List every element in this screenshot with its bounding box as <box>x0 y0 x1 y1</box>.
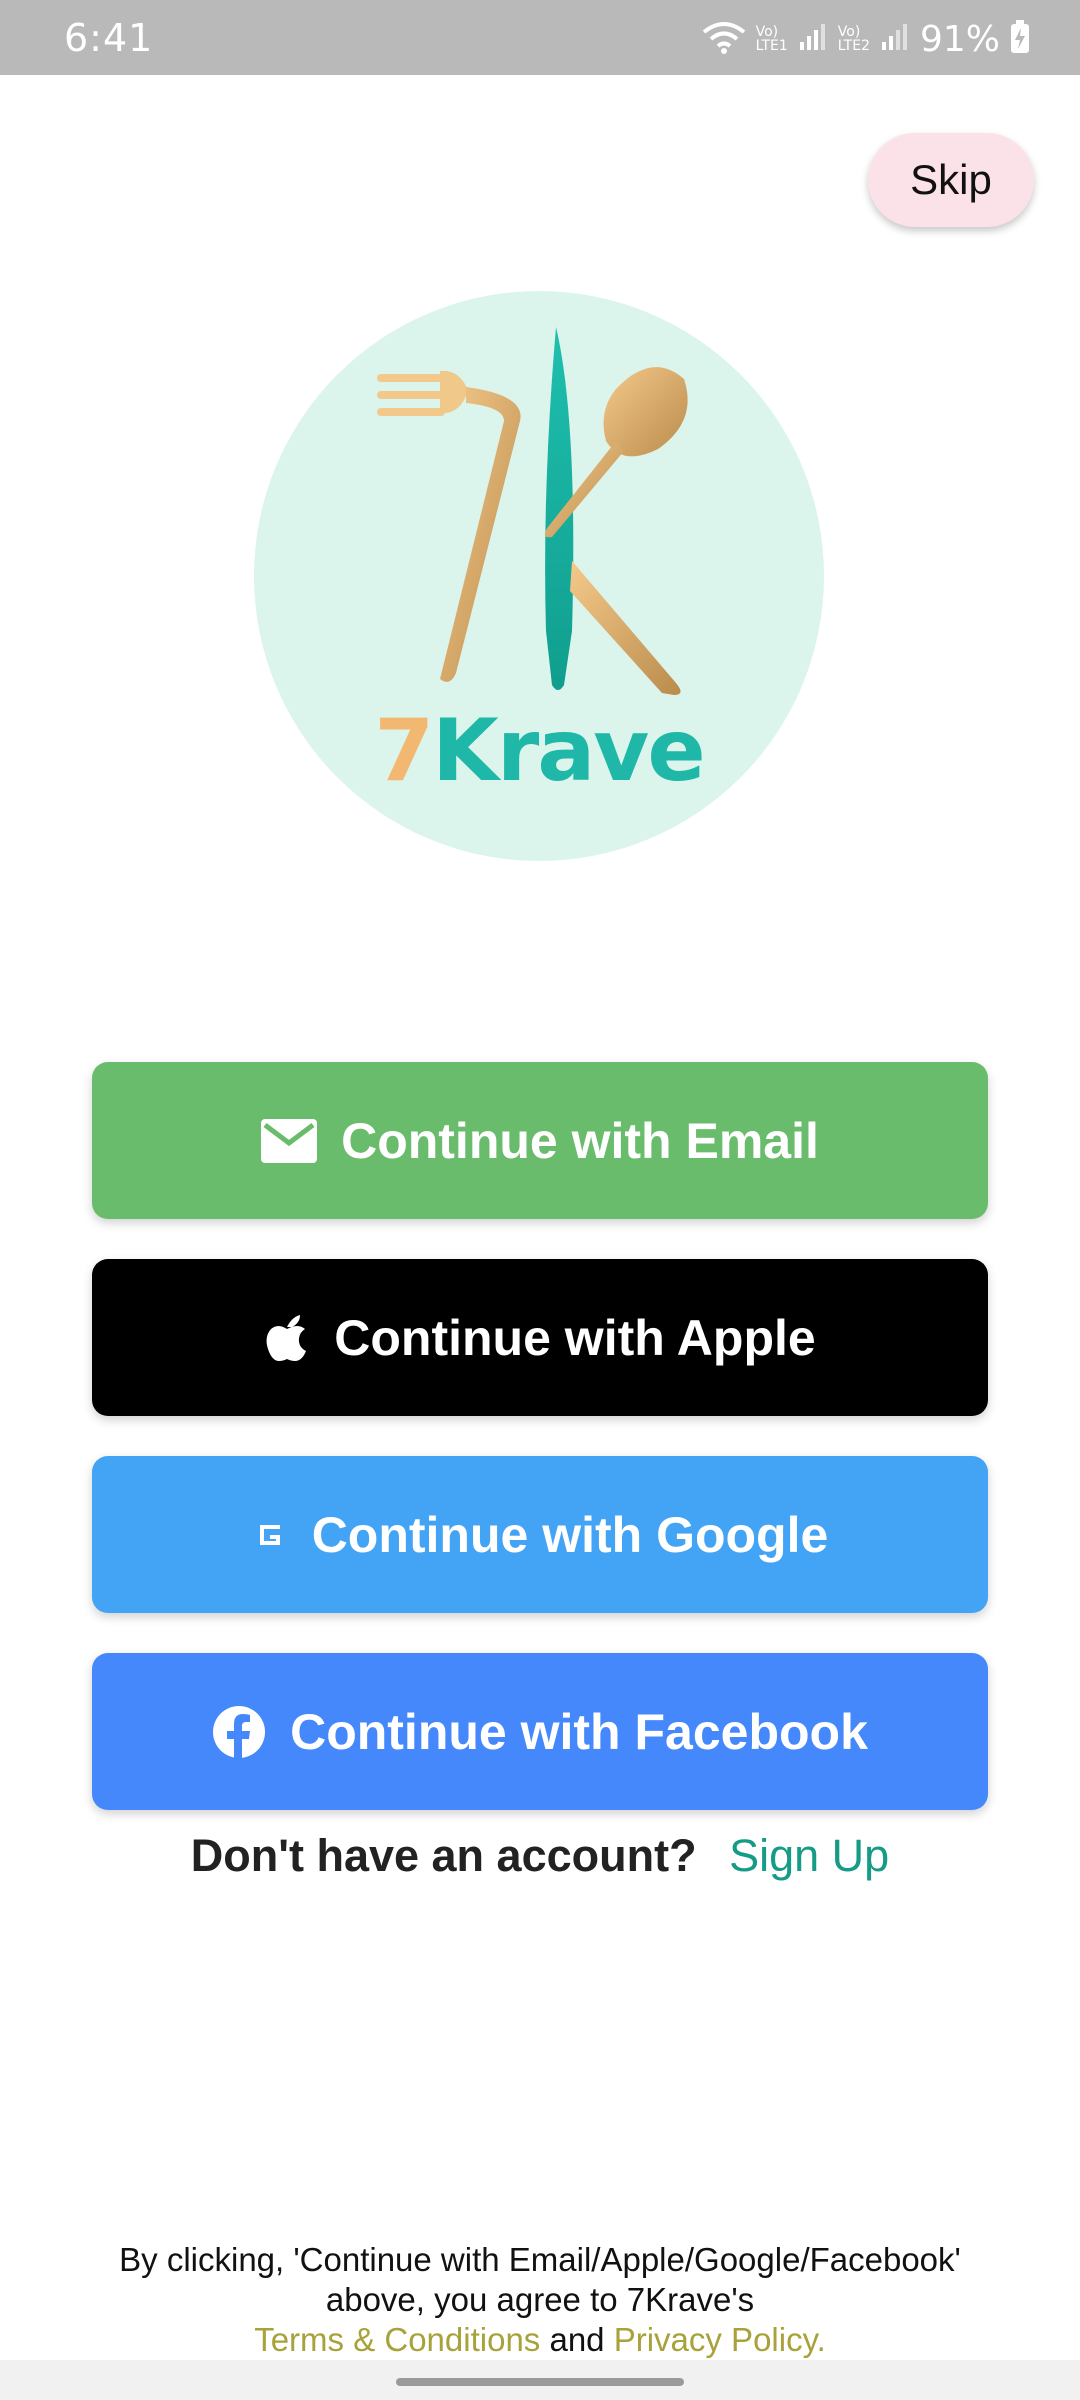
continue-with-facebook-label: Continue with Facebook <box>290 1703 868 1760</box>
signup-question: Don't have an account? <box>190 1830 697 1881</box>
legal-notice: By clicking, 'Continue with Email/Apple/… <box>40 2240 1040 2360</box>
battery-percent: 91% <box>919 18 1000 60</box>
legal-and: and <box>549 2321 605 2358</box>
network-2-volte: Vo) <box>837 24 861 40</box>
legal-line-2: above, you agree to 7Krave's <box>325 2281 755 2318</box>
network-2-lte: LTE2 <box>837 38 870 54</box>
apple-icon <box>264 1313 310 1363</box>
continue-with-apple-button[interactable]: Continue with Apple <box>92 1259 988 1416</box>
facebook-icon <box>212 1705 266 1759</box>
google-icon <box>252 1517 288 1553</box>
network-1-label: Vo) LTE1 <box>756 25 788 53</box>
continue-with-facebook-button[interactable]: Continue with Facebook <box>92 1653 988 1810</box>
signup-row: Don't have an account? Sign Up <box>0 1830 1080 1882</box>
continue-with-email-label: Continue with Email <box>341 1112 819 1169</box>
app-logo: 7Krave <box>254 291 824 861</box>
logo-krave: Krave <box>432 701 705 801</box>
status-icons: Vo) LTE1 Vo) LTE2 91% <box>702 14 1030 64</box>
legal-line-1: By clicking, 'Continue with Email/Apple/… <box>119 2241 961 2278</box>
privacy-link[interactable]: Privacy Policy. <box>614 2321 826 2358</box>
network-1-volte: Vo) <box>755 24 779 40</box>
terms-link[interactable]: Terms & Conditions <box>254 2321 540 2358</box>
continue-with-google-button[interactable]: Continue with Google <box>92 1456 988 1613</box>
status-bar: 6:41 Vo) LTE1 Vo) LTE2 91% <box>0 0 1080 75</box>
skip-button[interactable]: Skip <box>868 133 1034 227</box>
legal-line-3: Terms & Conditions and Privacy Policy. <box>40 2320 1040 2360</box>
continue-with-google-label: Continue with Google <box>311 1506 829 1563</box>
network-2-label: Vo) LTE2 <box>838 25 870 53</box>
logo-wordmark: 7Krave <box>254 701 824 801</box>
signal-1-icon <box>798 22 828 57</box>
continue-with-apple-label: Continue with Apple <box>334 1309 816 1366</box>
status-time: 6:41 <box>64 16 154 60</box>
network-1-lte: LTE1 <box>755 38 788 54</box>
envelope-icon <box>261 1118 318 1163</box>
wifi-icon <box>702 20 746 59</box>
home-gesture-handle[interactable] <box>396 2378 684 2386</box>
continue-with-email-button[interactable]: Continue with Email <box>92 1062 988 1219</box>
signup-link[interactable]: Sign Up <box>729 1830 889 1881</box>
system-navigation-bar <box>0 2360 1080 2400</box>
logo-seven: 7 <box>374 701 434 801</box>
battery-charging-icon <box>1010 19 1030 59</box>
signal-2-icon <box>880 22 910 57</box>
